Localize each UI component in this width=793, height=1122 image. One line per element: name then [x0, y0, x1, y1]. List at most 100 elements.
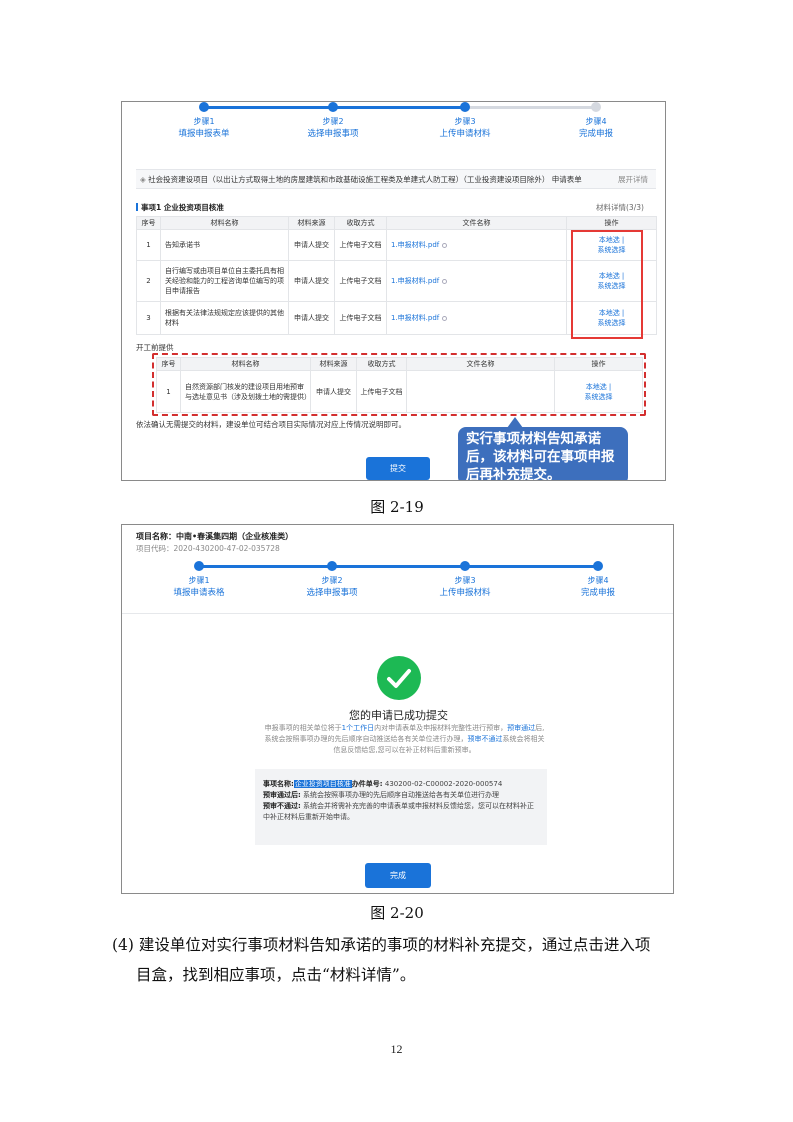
step-name-3: 步骤3	[454, 576, 476, 585]
row-file[interactable]: 1.申报材料.pdf	[386, 301, 567, 335]
expand-details-link[interactable]: 展开详情	[618, 170, 648, 189]
progress-stepper: 步骤1 步骤2 步骤3 步骤4 填报申报表单 选择申报事项 上传申请材料 完成申…	[122, 102, 665, 142]
preview-icon[interactable]	[442, 316, 448, 321]
figure-caption-2-19: 图 2-19	[370, 498, 424, 516]
pre-construction-label: 开工前提供	[136, 343, 174, 352]
step-desc-1: 填报申报表单	[178, 129, 230, 139]
info-value: 系统会按照事项办理的先后顺序自动推送给各有关单位进行办理	[303, 791, 500, 799]
row-material-name: 告知承诺书	[160, 229, 289, 261]
step-dot-3	[460, 102, 470, 112]
step-dot-1	[199, 102, 209, 112]
info-value: 430200-02-C00002-2020-000574	[384, 780, 503, 788]
info-label: 预审通过后:	[263, 791, 301, 799]
step-desc-2: 选择申报事项	[306, 588, 358, 598]
step-line-pending	[466, 106, 596, 109]
figure-caption-2-20: 图 2-20	[370, 904, 424, 922]
row-no: 1	[136, 229, 161, 261]
preview-icon[interactable]	[442, 279, 448, 284]
step-dot-4	[591, 102, 601, 112]
step-line-done	[200, 565, 600, 568]
col-header: 材料名称	[160, 216, 289, 230]
row-source: 申请人提交	[288, 301, 335, 335]
step-dot-4	[593, 561, 603, 571]
desc-highlight: 1个工作日	[341, 724, 375, 732]
body-paragraph: (4) 建设单位对实行事项材料告知承诺的事项的材料补充提交，通过点击进入项 目盒…	[112, 930, 692, 990]
highlight-ops-box	[571, 230, 643, 339]
step-desc-2: 选择申报事项	[307, 129, 359, 139]
step-desc-4: 完成申报	[578, 129, 613, 139]
row-no: 3	[136, 301, 161, 335]
step-desc-3: 上传申请材料	[439, 129, 491, 139]
body-line-2: 目盒，找到相应事项，点击“材料详情”。	[136, 966, 416, 984]
step-name-2: 步骤2	[321, 576, 343, 585]
submit-button[interactable]: 提交	[366, 457, 430, 480]
screenshot-submit-success: 项目名称：中南•春溪集四期（企业核准类） 项目代码：2020-430200-47…	[121, 524, 674, 894]
step-dot-3	[460, 561, 470, 571]
row-source: 申请人提交	[288, 260, 335, 302]
file-link[interactable]: 1.申报材料.pdf	[391, 314, 439, 322]
progress-stepper: 步骤1 步骤2 步骤3 步骤4 填报申请表格 选择申报事项 上传申报材料 完成申…	[122, 561, 673, 601]
project-name: 项目名称：中南•春溪集四期（企业核准类）	[136, 532, 294, 541]
highlight-pre-materials-box	[152, 353, 646, 416]
application-info-box: 事项名称:企业投资项目核准办件单号: 430200-02-C00002-2020…	[255, 769, 547, 845]
desc-text: 申报事项的相关单位将于	[264, 724, 342, 732]
col-header: 收取方式	[334, 216, 387, 230]
table-header-row: 序号 材料名称 材料来源 收取方式 文件名称 操作	[136, 216, 657, 230]
col-header: 操作	[566, 216, 657, 230]
step-desc-1: 填报申请表格	[173, 588, 225, 598]
callout-annotation: 实行事项材料告知承诺后，该材料可在事项申报后再补充提交。	[458, 427, 628, 480]
row-file[interactable]: 1.申报材料.pdf	[386, 260, 567, 302]
divider	[122, 613, 673, 614]
success-title: 您的申请已成功提交	[349, 709, 448, 722]
info-line-pass: 预审通过后: 系统会按照事项办理的先后顺序自动推送给各有关单位进行办理	[263, 790, 539, 801]
col-header: 材料来源	[288, 216, 335, 230]
layers-icon: ◈	[140, 175, 149, 184]
notice-text: 依法确认无需提交的材料，建设单位可结合项目实际情况对应上传情况说明即可。	[136, 420, 406, 429]
row-method: 上传电子文档	[334, 260, 387, 302]
preview-icon[interactable]	[442, 243, 448, 248]
row-source: 申请人提交	[288, 229, 335, 261]
row-material-name: 根据有关法律法规规定应该提供的其他材料	[160, 301, 289, 335]
row-method: 上传电子文档	[334, 301, 387, 335]
project-bar-text: 社会投资建设项目（以出让方式取得土地的房屋建筑和市政基础设施工程类及单建式人防工…	[148, 175, 582, 184]
step-desc-4: 完成申报	[580, 588, 615, 598]
project-bar[interactable]: ◈ 社会投资建设项目（以出让方式取得土地的房屋建筑和市政基础设施工程类及单建式人…	[136, 169, 656, 189]
row-file[interactable]: 1.申报材料.pdf	[386, 229, 567, 261]
project-code: 项目代码：2020-430200-47-02-035728	[136, 544, 280, 553]
step-name-1: 步骤1	[193, 117, 215, 126]
step-dot-2	[328, 102, 338, 112]
step-name-3: 步骤3	[454, 117, 476, 126]
step-name-1: 步骤1	[188, 576, 210, 585]
screenshot-upload-materials: 步骤1 步骤2 步骤3 步骤4 填报申报表单 选择申报事项 上传申请材料 完成申…	[121, 101, 666, 481]
info-label: 办件单号:	[351, 780, 383, 788]
col-header: 文件名称	[386, 216, 567, 230]
info-value-selected: 企业投资项目核准	[293, 780, 352, 788]
section-title: 事项1 企业投资项目核准	[136, 202, 224, 213]
file-link[interactable]: 1.申报材料.pdf	[391, 277, 439, 285]
info-label: 预审不通过:	[263, 802, 301, 810]
body-line-1: (4) 建设单位对实行事项材料告知承诺的事项的材料补充提交，通过点击进入项	[112, 936, 651, 954]
row-no: 2	[136, 260, 161, 302]
row-material-name: 自行编写或由项目单位自主委托具有相关经验和能力的工程咨询单位编写的项目申请报告	[160, 260, 289, 302]
done-button[interactable]: 完成	[365, 863, 431, 888]
step-name-4: 步骤4	[585, 117, 607, 126]
step-name-2: 步骤2	[322, 117, 344, 126]
material-detail-link[interactable]: 材料详情(3/3)	[596, 202, 644, 213]
step-dot-1	[194, 561, 204, 571]
desc-text: 内对申请表单及申报材料完整性进行预审，	[374, 724, 508, 732]
desc-highlight: 预审不通过	[467, 735, 503, 743]
desc-highlight: 预审通过	[507, 724, 536, 732]
step-name-4: 步骤4	[587, 576, 609, 585]
row-method: 上传电子文档	[334, 229, 387, 261]
page-number: 12	[390, 1042, 403, 1056]
step-desc-3: 上传申报材料	[439, 588, 491, 598]
file-link[interactable]: 1.申报材料.pdf	[391, 241, 439, 249]
col-header: 序号	[136, 216, 161, 230]
success-description: 申报事项的相关单位将于1个工作日内对申请表单及申报材料完整性进行预审，预审通过后…	[262, 723, 547, 756]
info-value: 系统会并将需补充完善的申请表单或申报材料反馈给您，您可以在材料补正中补正材料后重…	[263, 802, 535, 821]
info-line-fail: 预审不通过: 系统会并将需补充完善的申请表单或申报材料反馈给您，您可以在材料补正…	[263, 801, 539, 823]
info-line-item: 事项名称:企业投资项目核准办件单号: 430200-02-C00002-2020…	[263, 779, 539, 790]
step-dot-2	[327, 561, 337, 571]
info-label: 事项名称:	[263, 780, 294, 788]
success-check-icon	[377, 656, 421, 700]
